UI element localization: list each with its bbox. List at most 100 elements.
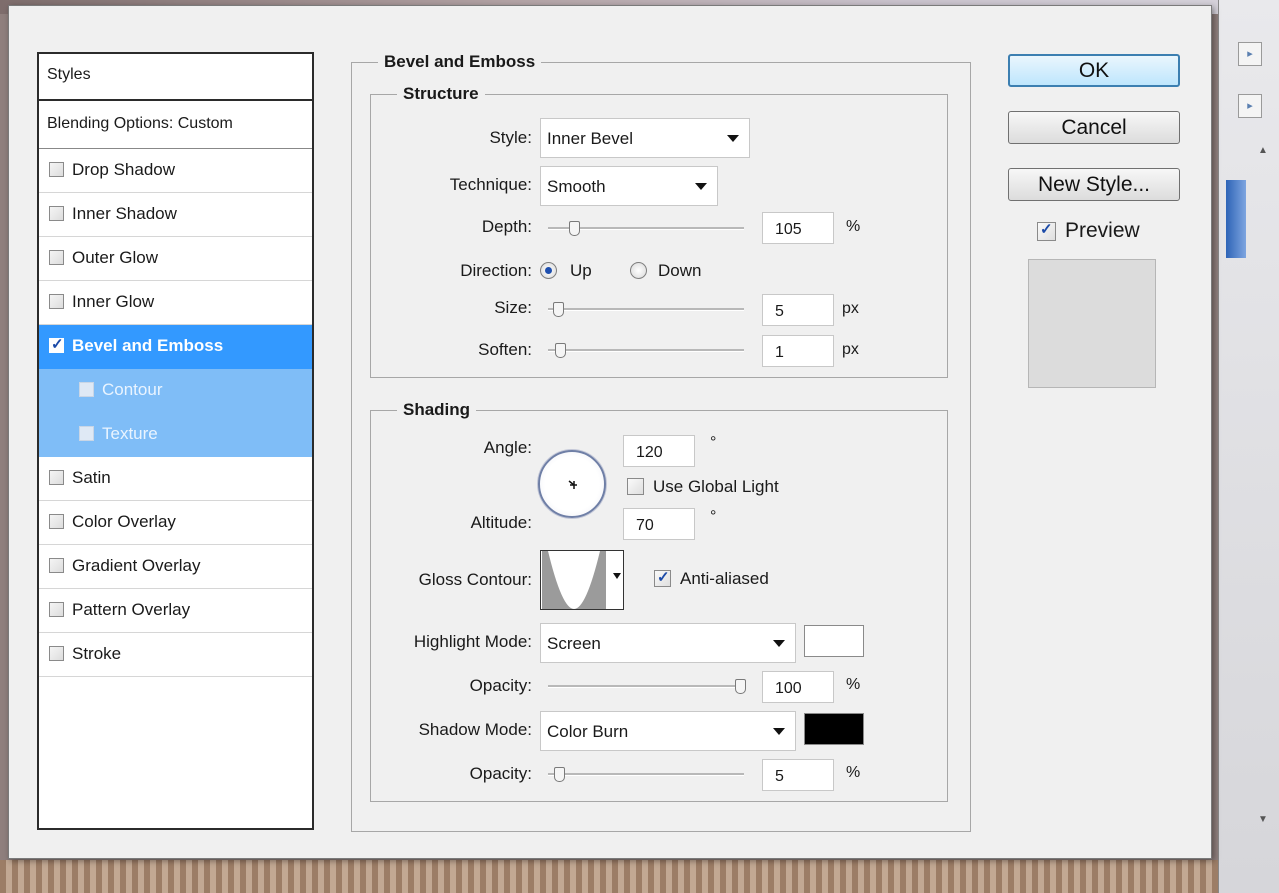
- angle-input[interactable]: 120: [623, 435, 695, 467]
- depth-unit: %: [846, 218, 861, 235]
- shadow-opacity-slider-thumb[interactable]: [554, 767, 565, 782]
- side-panel: [1218, 0, 1279, 893]
- inner-glow-checkbox[interactable]: [49, 294, 64, 309]
- size-label: Size:: [494, 298, 532, 317]
- size-slider[interactable]: [548, 308, 744, 311]
- preview-label: Preview: [1065, 219, 1140, 242]
- soften-input[interactable]: 1: [762, 335, 834, 367]
- inner-shadow-checkbox[interactable]: [49, 206, 64, 221]
- satin-checkbox[interactable]: [49, 470, 64, 485]
- effect-label: Inner Shadow: [72, 204, 177, 223]
- direction-up-radio[interactable]: [540, 262, 557, 279]
- soften-slider[interactable]: [548, 349, 744, 352]
- highlight-opacity-label: Opacity:: [469, 676, 532, 695]
- gradient-overlay-checkbox[interactable]: [49, 558, 64, 573]
- effect-outer-glow[interactable]: Outer Glow: [39, 237, 312, 281]
- shadow-mode-value: Color Burn: [547, 722, 629, 741]
- color-overlay-checkbox[interactable]: [49, 514, 64, 529]
- chevron-down-icon: [773, 640, 785, 647]
- texture-checkbox[interactable]: [79, 426, 94, 441]
- gloss-contour-picker[interactable]: [540, 550, 624, 610]
- use-global-light-checkbox[interactable]: [627, 478, 644, 495]
- styles-header[interactable]: Styles: [39, 54, 312, 101]
- effect-contour[interactable]: Contour: [39, 369, 312, 413]
- background-bottom: [0, 860, 1279, 893]
- highlight-opacity-unit: %: [846, 676, 861, 693]
- chevron-down-icon: [613, 573, 621, 579]
- direction-down-radio[interactable]: [630, 262, 647, 279]
- highlight-opacity-slider[interactable]: [548, 685, 744, 688]
- depth-label: Depth:: [481, 217, 532, 236]
- use-global-light-label: Use Global Light: [653, 477, 779, 496]
- highlight-color-swatch[interactable]: [804, 625, 864, 657]
- effect-gradient-overlay[interactable]: Gradient Overlay: [39, 545, 312, 589]
- effect-label: Drop Shadow: [72, 160, 176, 179]
- cancel-button[interactable]: Cancel: [1008, 111, 1180, 144]
- angle-degree: °: [710, 434, 717, 451]
- direction-label: Direction:: [460, 261, 532, 280]
- soften-slider-thumb[interactable]: [555, 343, 566, 358]
- effect-bevel-and-emboss[interactable]: Bevel and Emboss: [39, 325, 312, 369]
- effect-label: Stroke: [72, 644, 122, 663]
- shadow-opacity-slider[interactable]: [548, 773, 744, 776]
- preview-checkbox[interactable]: [1037, 220, 1056, 241]
- side-panel-play-icon[interactable]: ▸: [1238, 42, 1262, 66]
- shadow-opacity-input[interactable]: 5: [762, 759, 834, 791]
- bevel-and-emboss-checkbox[interactable]: [49, 335, 64, 353]
- depth-slider-thumb[interactable]: [568, 221, 580, 236]
- shadow-opacity-unit: %: [846, 764, 861, 781]
- effect-drop-shadow[interactable]: Drop Shadow: [39, 149, 312, 193]
- bevel-and-emboss-title: Bevel and Emboss: [378, 52, 542, 72]
- gloss-contour-icon: [542, 551, 606, 609]
- chevron-down-icon: [695, 183, 707, 190]
- effect-inner-glow[interactable]: Inner Glow: [39, 281, 312, 325]
- stroke-checkbox[interactable]: [49, 646, 64, 661]
- contour-checkbox[interactable]: [79, 382, 94, 397]
- effect-color-overlay[interactable]: Color Overlay: [39, 501, 312, 545]
- depth-input[interactable]: 105: [762, 212, 834, 244]
- highlight-opacity-input[interactable]: 100: [762, 671, 834, 703]
- effect-label: Pattern Overlay: [72, 600, 191, 619]
- soften-unit: px: [842, 341, 859, 358]
- effect-label: Bevel and Emboss: [72, 336, 224, 355]
- anti-aliased-label: Anti-aliased: [680, 569, 769, 588]
- styles-list: Styles Blending Options: Custom Drop Sha…: [37, 52, 314, 830]
- technique-dropdown[interactable]: Smooth: [540, 166, 718, 206]
- chevron-down-icon: [773, 728, 785, 735]
- effect-label: Satin: [72, 468, 111, 487]
- new-style-button[interactable]: New Style...: [1008, 168, 1180, 201]
- shading-title: Shading: [397, 400, 477, 420]
- style-preview-thumbnail: [1028, 259, 1156, 388]
- anti-aliased-checkbox[interactable]: [654, 568, 671, 587]
- chevron-down-icon: [727, 135, 739, 142]
- size-input[interactable]: 5: [762, 294, 834, 326]
- blending-options-item[interactable]: Blending Options: Custom: [39, 101, 312, 149]
- outer-glow-checkbox[interactable]: [49, 250, 64, 265]
- side-panel-play-icon-2[interactable]: ▸: [1238, 94, 1262, 118]
- technique-label: Technique:: [449, 175, 532, 194]
- highlight-opacity-slider-thumb[interactable]: [735, 679, 746, 694]
- direction-up-label: Up: [570, 261, 592, 280]
- effect-satin[interactable]: Satin: [39, 457, 312, 501]
- shadow-mode-dropdown[interactable]: Color Burn: [540, 711, 796, 751]
- effect-stroke[interactable]: Stroke: [39, 633, 312, 677]
- shadow-color-swatch[interactable]: [804, 713, 864, 745]
- pattern-overlay-checkbox[interactable]: [49, 602, 64, 617]
- drop-shadow-checkbox[interactable]: [49, 162, 64, 177]
- effect-label: Outer Glow: [72, 248, 158, 267]
- effect-pattern-overlay[interactable]: Pattern Overlay: [39, 589, 312, 633]
- ok-button[interactable]: OK: [1008, 54, 1180, 87]
- effect-label: Contour: [102, 380, 163, 399]
- altitude-input[interactable]: 70: [623, 508, 695, 540]
- structure-title: Structure: [397, 84, 485, 104]
- highlight-mode-dropdown[interactable]: Screen: [540, 623, 796, 663]
- effect-texture[interactable]: Texture: [39, 413, 312, 457]
- shadow-opacity-label: Opacity:: [469, 764, 532, 783]
- side-panel-scroll-highlight: [1226, 180, 1246, 258]
- style-dropdown[interactable]: Inner Bevel: [540, 118, 750, 158]
- size-slider-thumb[interactable]: [553, 302, 564, 317]
- side-panel-scroll-up-icon[interactable]: ▲: [1258, 145, 1268, 156]
- side-panel-scroll-down-icon[interactable]: ▼: [1258, 814, 1268, 825]
- angle-dial[interactable]: [538, 450, 606, 518]
- effect-inner-shadow[interactable]: Inner Shadow: [39, 193, 312, 237]
